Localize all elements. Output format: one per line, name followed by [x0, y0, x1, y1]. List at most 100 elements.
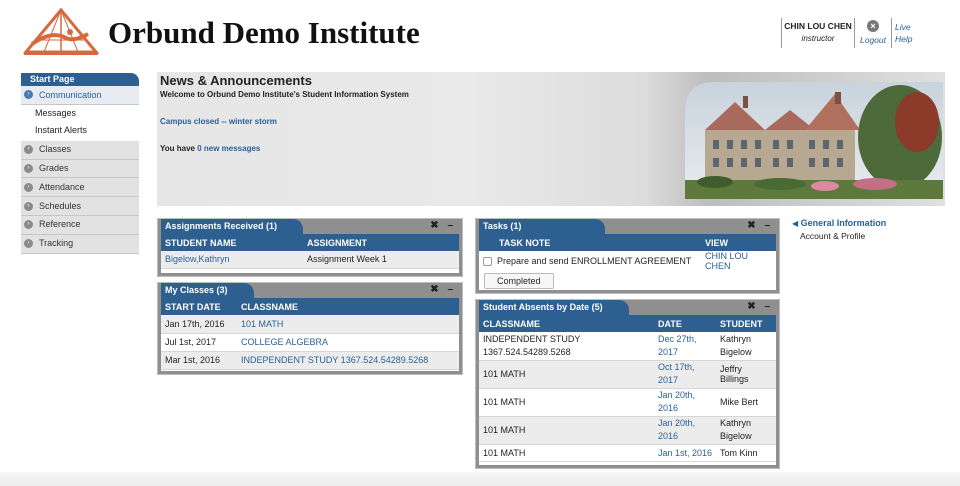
- sidebar-item-grades[interactable]: › Grades: [21, 159, 139, 179]
- logout-button[interactable]: × Logout: [858, 20, 888, 45]
- sidebar-item-schedules[interactable]: › Schedules: [21, 197, 139, 216]
- logout-label[interactable]: Logout: [858, 35, 888, 45]
- news-title: News & Announcements: [160, 73, 312, 88]
- sidebar-item-tracking[interactable]: › Tracking: [21, 234, 139, 254]
- class-link[interactable]: 101 MATH: [241, 319, 283, 329]
- classname-cell: INDEPENDENT STUDY 1367.524.54289.5268: [479, 332, 654, 361]
- classname-cell: 101 MATH: [479, 360, 654, 389]
- student-cell: Kathryn Bigelow: [716, 332, 776, 361]
- table-row: Jan 17th, 2016 101 MATH: [161, 315, 459, 334]
- sidebar-nav: Start Page › Communication Messages Inst…: [21, 73, 139, 254]
- start-date-cell: Mar 1st, 2016: [161, 351, 237, 370]
- table-row: 101 MATH Jan 20th, 2016 Mike Bert: [479, 388, 776, 417]
- tasks-table: TASK NOTE VIEW Prepare and send ENROLLME…: [479, 234, 776, 271]
- live-link[interactable]: Live: [895, 21, 912, 33]
- my-classes-panel: My Classes (3) ✖ – START DATE CLASSNAME …: [158, 283, 462, 374]
- sidebar-item-messages[interactable]: Messages: [21, 104, 139, 122]
- class-link[interactable]: COLLEGE ALGEBRA: [241, 337, 328, 347]
- sidebar-item-label: Schedules: [39, 200, 82, 211]
- column-header: VIEW: [701, 234, 776, 251]
- student-cell: Tom Kinn: [716, 444, 776, 462]
- panel-header: Student Absents by Date (5) ✖ –: [479, 300, 776, 315]
- panel-controls[interactable]: ✖ –: [430, 220, 456, 231]
- column-header: ASSIGNMENT: [303, 234, 459, 251]
- table-row: 101 MATH Jan 1st, 2016 Tom Kinn: [479, 444, 776, 462]
- column-header: DATE: [654, 315, 717, 332]
- sidebar-item-instant-alerts[interactable]: Instant Alerts: [21, 121, 139, 139]
- chevron-circle-icon: ›: [24, 201, 33, 211]
- task-note: Prepare and send ENROLLMENT AGREEMENT: [497, 255, 692, 266]
- chevron-circle-icon: ›: [24, 90, 33, 100]
- date-link[interactable]: Jan 1st, 2016: [658, 448, 712, 458]
- table-row: Jul 1st, 2017 COLLEGE ALGEBRA: [161, 333, 459, 352]
- student-cell: Jeffry Billings: [716, 360, 776, 389]
- date-link[interactable]: Jan 20th, 2016: [658, 389, 712, 415]
- right-links: ◀ General Information Account & Profile: [792, 218, 886, 241]
- assignment-cell: Assignment Week 1: [303, 251, 459, 269]
- date-link[interactable]: Jan 20th, 2016: [658, 417, 712, 443]
- general-information-link[interactable]: General Information: [801, 218, 887, 228]
- task-view-link[interactable]: CHIN LOU CHEN: [705, 251, 748, 271]
- triangle-left-icon: ◀: [792, 219, 799, 228]
- live-help[interactable]: Live Help: [891, 18, 912, 48]
- assignments-table: STUDENT NAME ASSIGNMENT Bigelow,Kathryn …: [161, 234, 459, 269]
- user-info: CHIN LOU CHEN instructor: [781, 18, 855, 48]
- campus-photo: [685, 82, 943, 199]
- table-row: 101 MATH Jan 20th, 2016 Kathryn Bigelow: [479, 416, 776, 445]
- classname-cell: 101 MATH: [479, 388, 654, 417]
- start-date-cell: Jul 1st, 2017: [161, 333, 237, 352]
- date-link[interactable]: Oct 17th, 2017: [658, 361, 712, 387]
- sidebar-item-label: Reference: [39, 219, 81, 230]
- date-link[interactable]: Dec 27th, 2017: [658, 333, 712, 359]
- absents-panel: Student Absents by Date (5) ✖ – CLASSNAM…: [476, 300, 779, 468]
- news-welcome: Welcome to Orbund Demo Institute's Stude…: [160, 90, 409, 99]
- close-circle-icon[interactable]: ×: [867, 20, 879, 32]
- task-checkbox[interactable]: [483, 257, 492, 267]
- panel-controls[interactable]: ✖ –: [747, 301, 773, 312]
- panel-controls[interactable]: ✖ –: [430, 284, 456, 295]
- sidebar-item-reference[interactable]: › Reference: [21, 215, 139, 235]
- announcement-link[interactable]: Campus closed -- winter storm: [160, 117, 277, 126]
- assignments-panel: Assignments Received (1) ✖ – STUDENT NAM…: [158, 219, 462, 276]
- messages-prefix: You have: [160, 144, 195, 153]
- messages-summary: You have 0 new messages: [160, 144, 260, 153]
- panel-header: Tasks (1) ✖ –: [479, 219, 776, 234]
- chevron-circle-icon: ›: [24, 220, 33, 230]
- panel-title: My Classes (3): [161, 283, 254, 298]
- panel-controls[interactable]: ✖ –: [747, 220, 773, 231]
- classes-table: START DATE CLASSNAME Jan 17th, 2016 101 …: [161, 298, 459, 370]
- student-link[interactable]: Bigelow,Kathryn: [165, 254, 230, 264]
- column-header: CLASSNAME: [237, 298, 459, 315]
- column-header: STUDENT: [716, 315, 776, 332]
- table-row: Prepare and send ENROLLMENT AGREEMENT CH…: [479, 251, 776, 271]
- classname-cell: 101 MATH: [479, 444, 654, 462]
- new-messages-link[interactable]: 0 new messages: [197, 144, 260, 153]
- chevron-circle-icon: ›: [24, 239, 33, 249]
- sidebar-heading[interactable]: Start Page: [21, 73, 139, 86]
- panel-title: Tasks (1): [479, 219, 606, 234]
- column-header: START DATE: [161, 298, 237, 315]
- sidebar-item-label: Tracking: [39, 238, 74, 249]
- sidebar-item-attendance[interactable]: › Attendance: [21, 178, 139, 198]
- column-header: STUDENT NAME: [161, 234, 303, 251]
- table-row: INDEPENDENT STUDY 1367.524.54289.5268 De…: [479, 332, 776, 361]
- user-role: instructor: [801, 34, 835, 43]
- sidebar-item-label: Communication: [39, 89, 102, 100]
- user-name: CHIN LOU CHEN: [784, 21, 852, 31]
- account-profile-link[interactable]: Account & Profile: [800, 231, 886, 241]
- chevron-circle-icon: ›: [24, 163, 33, 173]
- help-link[interactable]: Help: [895, 33, 912, 45]
- sidebar-item-label: Classes: [39, 144, 72, 155]
- tasks-panel: Tasks (1) ✖ – TASK NOTE VIEW Prepare and…: [476, 219, 779, 293]
- table-row: 101 MATH Oct 17th, 2017 Jeffry Billings: [479, 360, 776, 389]
- sidebar-item-label: Attendance: [39, 181, 85, 192]
- sidebar-item-classes[interactable]: › Classes: [21, 140, 139, 160]
- panel-header: Assignments Received (1) ✖ –: [161, 219, 459, 234]
- news-announcements: News & Announcements Welcome to Orbund D…: [157, 72, 945, 206]
- sidebar-item-communication[interactable]: › Communication: [21, 86, 139, 105]
- completed-button[interactable]: Completed: [484, 273, 554, 289]
- panel-header: My Classes (3) ✖ –: [161, 283, 459, 298]
- class-link[interactable]: INDEPENDENT STUDY 1367.524.54289.5268: [241, 355, 428, 365]
- site-title: Orbund Demo Institute: [108, 15, 420, 50]
- footer-bar: [0, 472, 960, 486]
